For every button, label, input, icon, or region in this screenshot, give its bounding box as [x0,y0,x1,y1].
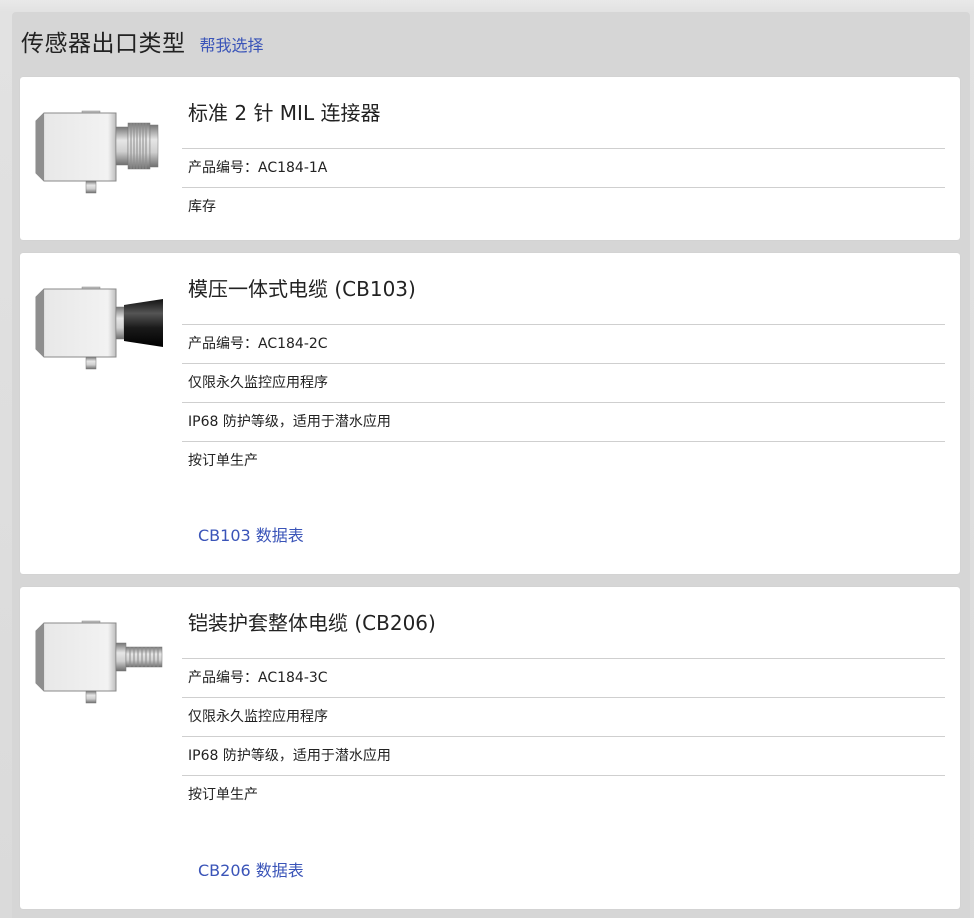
product-card-cb206[interactable]: 铠装护套整体电缆 (CB206) 产品编号：AC184-3C 仅限永久监控应用程… [20,587,960,909]
product-ip-rating: IP68 防护等级，适用于潜水应用 [182,737,945,776]
product-details: 模压一体式电缆 (CB103) 产品编号：AC184-2C 仅限永久监控应用程序… [182,253,945,481]
sensor-molded-cable-icon [35,286,163,370]
product-usage-note: 仅限永久监控应用程序 [182,698,945,737]
panel-header: 传感器出口类型 帮我选择 [21,24,264,60]
product-card-cb103[interactable]: 模压一体式电缆 (CB103) 产品编号：AC184-2C 仅限永久监控应用程序… [20,253,960,574]
product-details: 标准 2 针 MIL 连接器 产品编号：AC184-1A 库存 [182,77,945,227]
product-availability: 按订单生产 [188,453,258,469]
cb103-datasheet-link[interactable]: CB103 数据表 [198,522,304,546]
sensor-armored-cable-icon [35,620,163,704]
help-me-choose-link[interactable]: 帮我选择 [200,32,264,56]
product-card-mil-connector[interactable]: 标准 2 针 MIL 连接器 产品编号：AC184-1A 库存 [20,77,960,240]
product-availability: 库存 [188,199,216,215]
product-availability: 按订单生产 [188,787,258,803]
product-title: 铠装护套整体电缆 (CB206) [182,587,945,659]
cb206-datasheet-link[interactable]: CB206 数据表 [198,857,304,881]
product-part-number: 产品编号：AC184-1A [182,149,945,188]
panel-title: 传感器出口类型 [21,31,186,57]
product-ip-rating: IP68 防护等级，适用于潜水应用 [182,403,945,442]
product-part-number: 产品编号：AC184-3C [182,659,945,698]
product-title: 标准 2 针 MIL 连接器 [182,77,945,149]
product-part-number: 产品编号：AC184-2C [182,325,945,364]
product-title: 模压一体式电缆 (CB103) [182,253,945,325]
product-details: 铠装护套整体电缆 (CB206) 产品编号：AC184-3C 仅限永久监控应用程… [182,587,945,815]
outlet-type-panel: 传感器出口类型 帮我选择 标准 2 针 MIL 连接器 产品编号：AC184-1… [12,12,970,918]
sensor-mil-connector-icon [35,110,159,194]
product-usage-note: 仅限永久监控应用程序 [182,364,945,403]
